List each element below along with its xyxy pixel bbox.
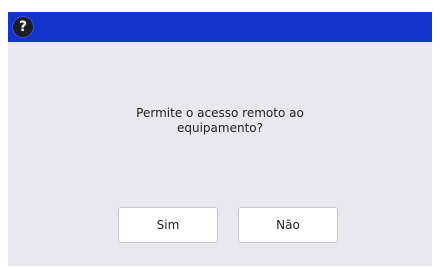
no-button[interactable]: Não	[238, 207, 338, 243]
remote-access-dialog: ? Permite o acesso remoto ao equipamento…	[8, 12, 432, 266]
help-icon[interactable]: ?	[13, 17, 33, 37]
message-line-2: equipamento?	[176, 121, 263, 135]
dialog-message: Permite o acesso remoto ao equipamento?	[68, 106, 372, 136]
yes-button[interactable]: Sim	[118, 207, 218, 243]
title-bar: ?	[8, 12, 432, 42]
message-line-1: Permite o acesso remoto ao	[136, 106, 304, 120]
